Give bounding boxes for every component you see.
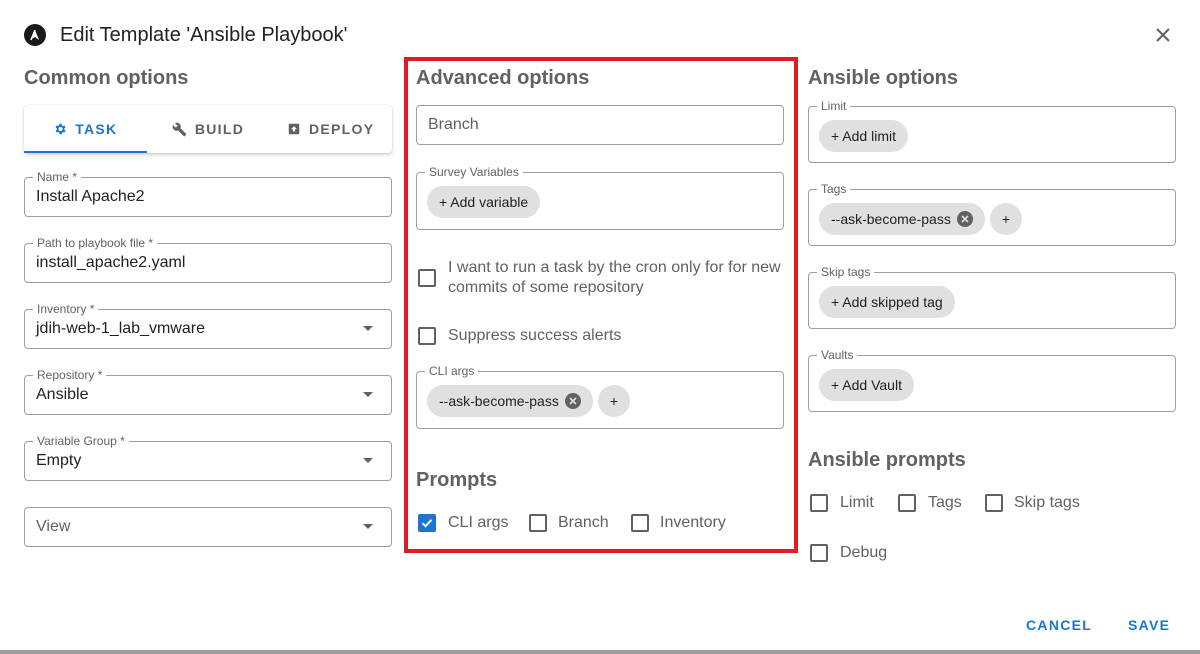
tags-label: Tags [817,182,851,196]
add-vault-chip[interactable]: + Add Vault [819,369,914,401]
branch-placeholder: Branch [428,116,479,133]
add-cli-arg-chip[interactable]: + [598,385,630,417]
chevron-down-icon [363,392,373,397]
limit-label: Limit [817,99,851,113]
close-circle-icon[interactable] [564,393,581,409]
ansible-prompt-debug-checkbox[interactable] [810,544,828,562]
tag-chip-label: --ask-become-pass [831,211,951,227]
ansible-logo-icon [24,24,46,46]
edit-template-dialog: Edit Template 'Ansible Playbook' Common … [0,0,1200,650]
chevron-down-icon [363,326,373,331]
close-icon[interactable] [1150,22,1176,48]
view-select[interactable]: View [24,507,392,547]
cancel-button[interactable]: CANCEL [1026,617,1092,633]
dialog-title: Edit Template 'Ansible Playbook' [60,23,348,46]
vaults-label: Vaults [817,348,858,362]
tag-chip[interactable]: --ask-become-pass [819,203,985,235]
dialog-shadow [0,650,1200,654]
add-tag-chip[interactable]: + [990,203,1022,235]
tab-task-label: TASK [75,121,118,137]
cli-arg-chip[interactable]: --ask-become-pass [427,385,593,417]
tab-build-label: BUILD [194,121,245,137]
cron-checkbox-label-2: commits of some repository [448,279,644,296]
inventory-label: Inventory * [33,302,99,316]
suppress-alerts-checkbox[interactable] [418,327,436,345]
branch-input[interactable]: Branch [416,105,784,145]
chevron-down-icon [363,458,373,463]
prompt-cli-args-checkbox[interactable] [418,514,436,532]
repository-select[interactable]: Repository * Ansible [24,368,392,415]
cli-args-label: CLI args [425,364,479,378]
name-field[interactable]: Name * Install Apache2 [24,170,392,217]
repository-value: Ansible [36,386,89,403]
ansible-prompt-tags-checkbox[interactable] [898,494,916,512]
options-tabs: TASK BUILD DEPLOY [24,105,392,153]
save-button[interactable]: SAVE [1128,617,1170,633]
ansible-prompt-limit-checkbox[interactable] [810,494,828,512]
skip-tags-label: Skip tags [817,265,875,279]
view-placeholder: View [36,518,71,535]
add-skipped-tag-chip[interactable]: + Add skipped tag [819,286,955,318]
suppress-alerts-label: Suppress success alerts [448,327,622,344]
playbook-path-label: Path to playbook file * [33,236,158,250]
chevron-down-icon [363,524,373,529]
ansible-options-title: Ansible options [808,67,958,89]
upload-box-icon [288,123,300,135]
survey-variables-label: Survey Variables [425,165,523,179]
tab-build[interactable]: BUILD [147,105,270,153]
add-limit-chip[interactable]: + Add limit [819,120,908,152]
variable-group-label: Variable Group * [33,434,129,448]
name-field-label: Name * [33,170,82,184]
prompt-inventory-label: Inventory [660,514,726,531]
gear-icon [55,123,66,135]
ansible-prompt-limit-label: Limit [840,494,874,511]
close-circle-icon[interactable] [956,211,973,227]
tab-task[interactable]: TASK [24,105,147,153]
wrench-icon [172,122,187,136]
check-icon [421,519,433,528]
variable-group-select[interactable]: Variable Group * Empty [24,434,392,481]
ansible-prompt-debug-label: Debug [840,544,888,561]
cron-checkbox-label-1: I want to run a task by the cron only fo… [448,259,781,276]
inventory-value: jdih-web-1_lab_vmware [36,320,205,337]
prompt-cli-args-label: CLI args [448,514,509,531]
inventory-select[interactable]: Inventory * jdih-web-1_lab_vmware [24,302,392,349]
ansible-prompt-skip-tags-label: Skip tags [1014,494,1080,511]
repository-label: Repository * [33,368,107,382]
cron-checkbox[interactable] [418,269,436,287]
prompt-branch-label: Branch [558,514,609,531]
ansible-prompt-tags-label: Tags [928,494,962,511]
prompt-inventory-checkbox[interactable] [631,514,649,532]
prompt-branch-checkbox[interactable] [529,514,547,532]
prompts-title: Prompts [416,469,498,491]
dialog-header: Edit Template 'Ansible Playbook' [24,22,347,48]
tab-deploy[interactable]: DEPLOY [269,105,392,153]
playbook-path-field[interactable]: Path to playbook file * install_apache2.… [24,236,392,283]
ansible-prompt-skip-tags-checkbox[interactable] [985,494,1003,512]
tab-deploy-label: DEPLOY [308,121,375,137]
add-variable-chip[interactable]: + Add variable [427,186,541,218]
cli-arg-chip-label: --ask-become-pass [439,393,559,409]
variable-group-value: Empty [36,452,82,469]
playbook-path-value: install_apache2.yaml [36,254,186,271]
advanced-options-title: Advanced options [416,67,590,89]
name-field-value: Install Apache2 [36,188,145,205]
ansible-prompts-title: Ansible prompts [808,449,966,471]
common-options-title: Common options [24,67,189,89]
